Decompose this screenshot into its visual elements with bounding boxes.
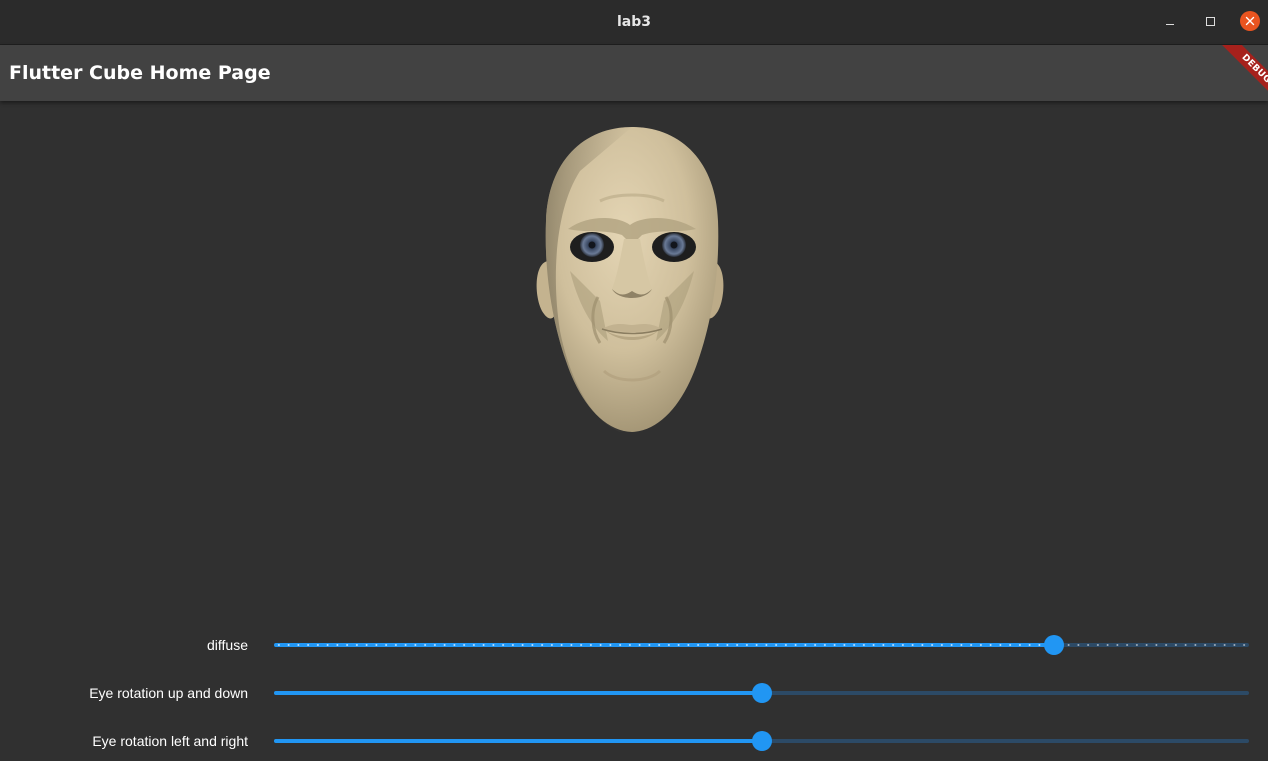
diffuse-slider[interactable] <box>274 635 1249 655</box>
slider-active-track <box>274 643 1054 647</box>
debug-banner: DEBUG <box>1190 45 1268 123</box>
maximize-button[interactable] <box>1200 11 1220 31</box>
slider-label-eye-left-right: Eye rotation left and right <box>92 733 248 749</box>
minimize-button[interactable] <box>1160 11 1180 31</box>
slider-active-track <box>274 739 762 743</box>
slider-row-diffuse: diffuse <box>0 630 1268 660</box>
slider-row-eye-up-down: Eye rotation up and down <box>0 678 1268 708</box>
slider-label-eye-up-down: Eye rotation up and down <box>89 685 248 701</box>
minimize-icon <box>1166 23 1174 25</box>
slider-thumb[interactable] <box>1044 635 1064 655</box>
maximize-icon <box>1205 16 1215 26</box>
eye-left-right-slider[interactable] <box>274 731 1249 751</box>
slider-row-eye-left-right: Eye rotation left and right <box>0 726 1268 756</box>
slider-label-diffuse: diffuse <box>207 637 248 653</box>
page-title: Flutter Cube Home Page <box>9 62 271 84</box>
cube-viewport[interactable] <box>0 101 1268 601</box>
debug-banner-label: DEBUG <box>1212 45 1268 113</box>
app-window: lab3 Flutter Cube Home Page DEBUG diffus… <box>0 0 1268 761</box>
close-button[interactable] <box>1240 11 1260 31</box>
window-title: lab3 <box>616 14 651 30</box>
close-icon <box>1245 16 1255 26</box>
slider-thumb[interactable] <box>751 731 772 751</box>
slider-active-track <box>274 691 762 695</box>
app-bar: Flutter Cube Home Page <box>0 45 1268 101</box>
head-model <box>536 127 724 432</box>
window-titlebar[interactable]: lab3 <box>0 0 1268 45</box>
eye-up-down-slider[interactable] <box>274 683 1249 703</box>
slider-thumb[interactable] <box>751 683 772 703</box>
